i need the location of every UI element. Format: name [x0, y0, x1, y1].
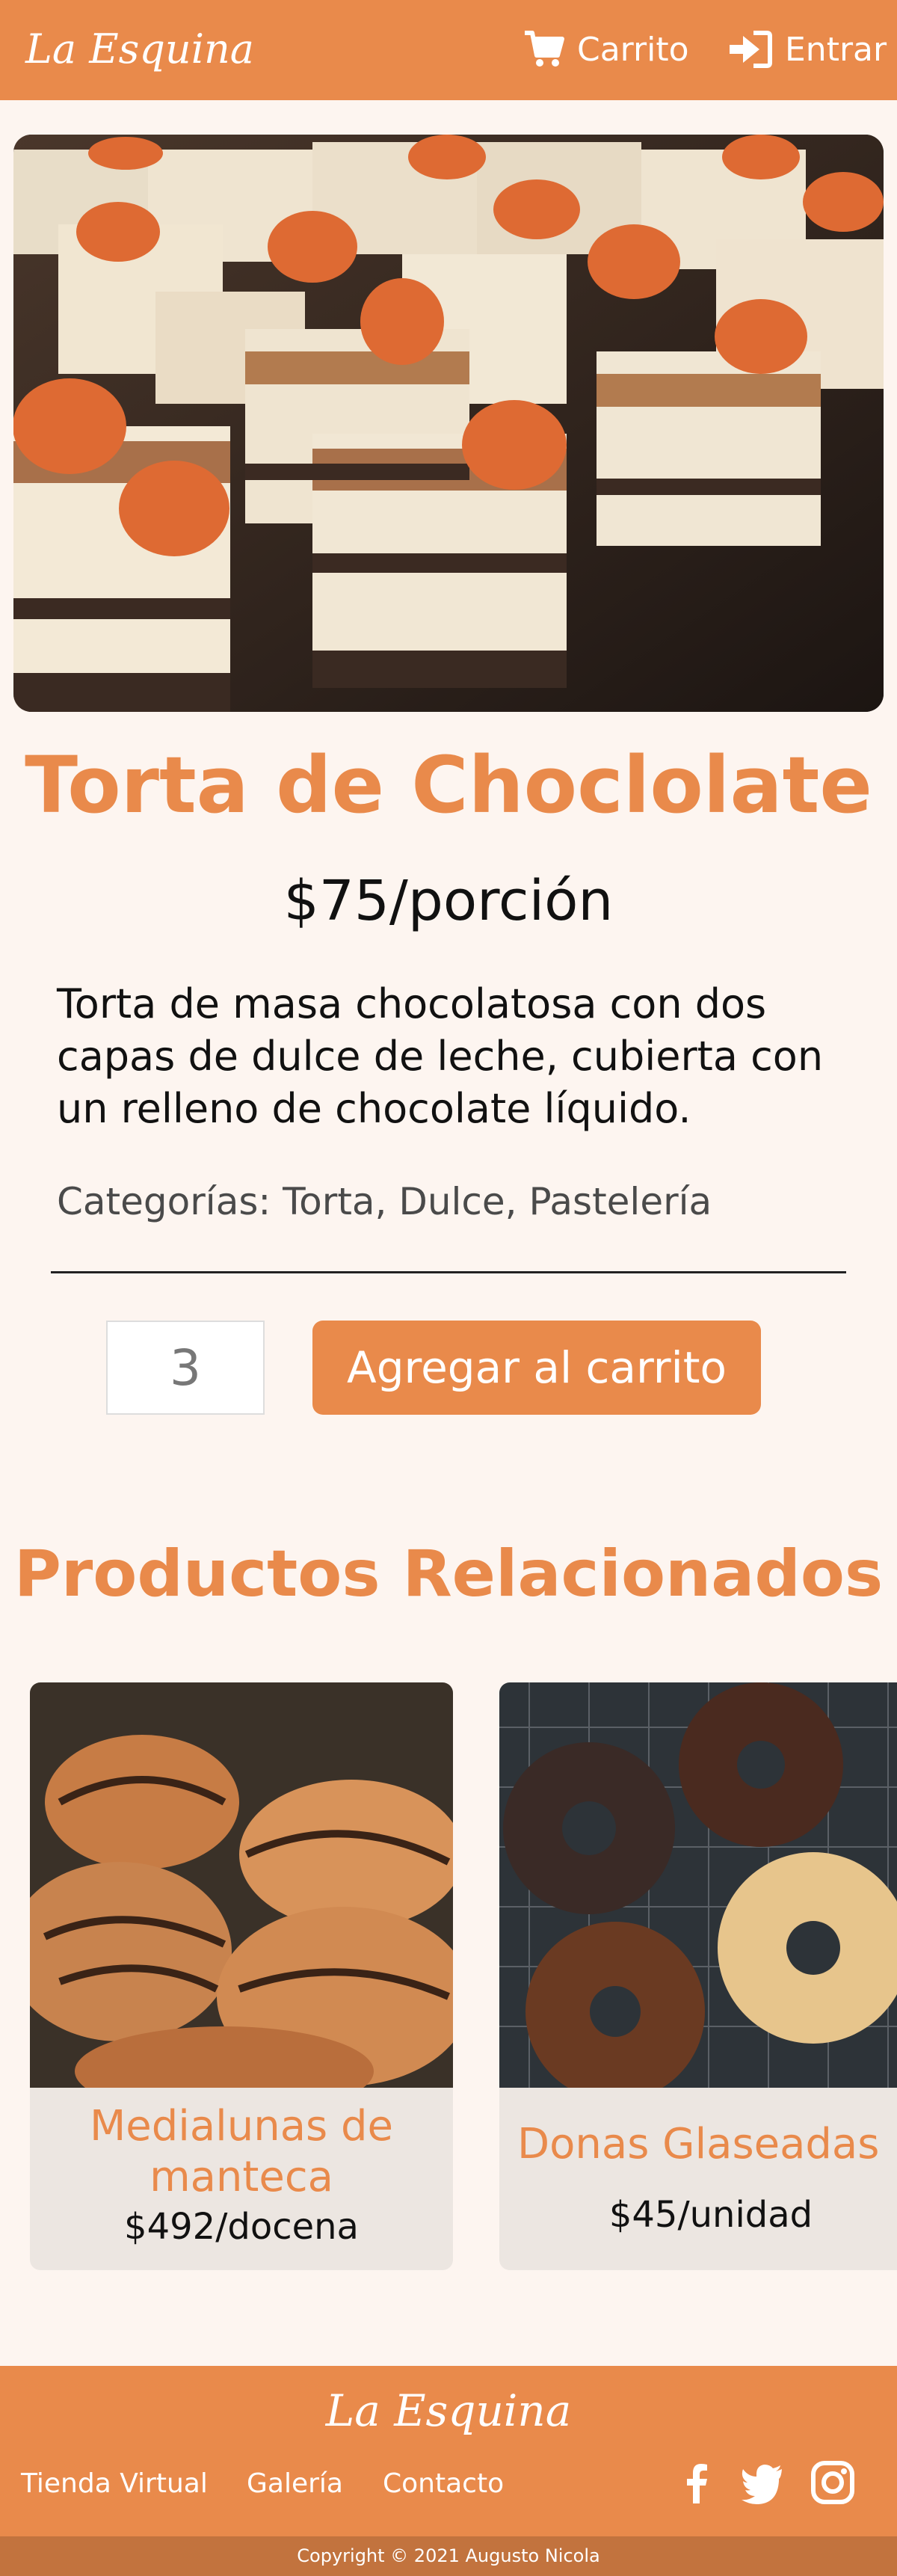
donuts-photo	[499, 1682, 897, 2101]
product-categories: Categorías: Torta, Dulce, Pastelería	[57, 1180, 712, 1223]
cart-link[interactable]: Carrito	[523, 25, 689, 73]
related-products-title: Productos Relacionados	[13, 1537, 884, 1611]
product-price: $75/porción	[283, 869, 614, 933]
product-description: Torta de masa chocolatosa con dos capas …	[57, 980, 824, 1132]
related-product-price: $492/docena	[124, 2206, 359, 2248]
brand-logo[interactable]: La Esquina	[25, 19, 254, 79]
related-product-card[interactable]: Donas Glaseadas $45/unidad	[499, 1682, 897, 2270]
product-image	[13, 135, 884, 712]
cart-label: Carrito	[577, 30, 689, 69]
quantity-input[interactable]	[106, 1321, 265, 1415]
sign-in-icon	[730, 31, 772, 68]
related-product-name: Donas Glaseadas	[517, 2120, 880, 2168]
footer: La Esquina Tienda Virtual Galería Contac…	[0, 2366, 897, 2536]
add-to-cart-button[interactable]: Agregar al carrito	[312, 1321, 761, 1415]
footer-logo[interactable]: La Esquina	[0, 2381, 897, 2441]
instagram-icon[interactable]	[809, 2459, 857, 2506]
divider	[51, 1271, 846, 1273]
related-product-price: $45/unidad	[608, 2194, 813, 2236]
product-title: Torta de Choclolate	[25, 740, 872, 831]
croissants-photo	[30, 1682, 453, 2116]
footer-link-contact[interactable]: Contacto	[383, 2463, 504, 2505]
facebook-icon[interactable]	[673, 2459, 721, 2506]
copyright: Copyright © 2021 Augusto Nicola	[0, 2536, 897, 2576]
top-navbar: La Esquina Carrito Entrar	[0, 0, 897, 100]
shopping-cart-icon	[525, 31, 564, 67]
twitter-icon[interactable]	[739, 2459, 786, 2506]
login-label: Entrar	[785, 30, 887, 69]
tiramisu-cake-photo	[13, 135, 884, 712]
related-product-card[interactable]: Medialunas de manteca $492/docena	[30, 1682, 453, 2270]
login-link[interactable]: Entrar	[727, 25, 887, 73]
footer-link-store[interactable]: Tienda Virtual	[21, 2463, 208, 2505]
related-product-name: Medialunas de manteca	[89, 2102, 394, 2201]
footer-link-gallery[interactable]: Galería	[247, 2463, 343, 2505]
